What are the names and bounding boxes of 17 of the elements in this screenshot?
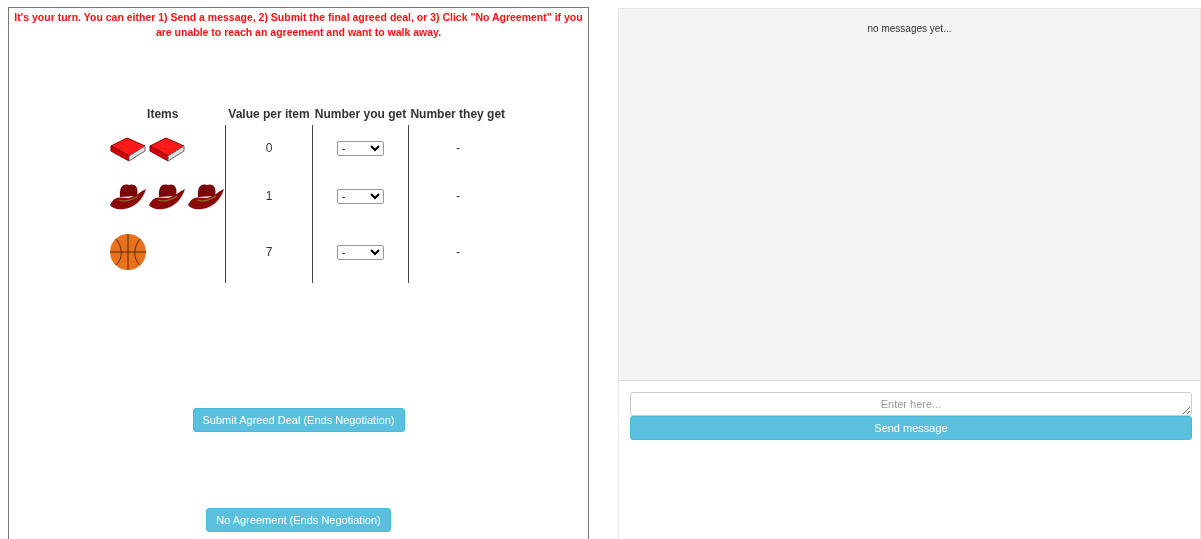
value-cell: 7 [225, 221, 313, 283]
number-dropdown[interactable]: - [337, 244, 384, 260]
they-get-cell: - [408, 221, 507, 283]
value-cell: 0 [225, 125, 313, 171]
column-header: Number you get [312, 103, 409, 125]
column-header: Value per item [225, 103, 313, 125]
they-get-cell: - [408, 125, 507, 171]
number-dropdown[interactable]: - [337, 188, 384, 204]
empty-messages-text: no messages yet... [867, 23, 952, 34]
value-cell: 1 [225, 171, 313, 221]
number-dropdown[interactable]: - [337, 140, 384, 156]
basketball-icon [109, 233, 147, 271]
they-get-cell: - [408, 171, 507, 221]
column-header: Items [100, 103, 226, 125]
turn-instruction: It's your turn. You can either 1) Send a message, 2) Submit the final agreed deal, or 3) Click "No Agreement" if you are unable to reach an agreement and want to walk away. [13, 10, 584, 40]
column-header: Number they get [408, 103, 507, 125]
message-input[interactable]: Enter here... [630, 392, 1192, 416]
